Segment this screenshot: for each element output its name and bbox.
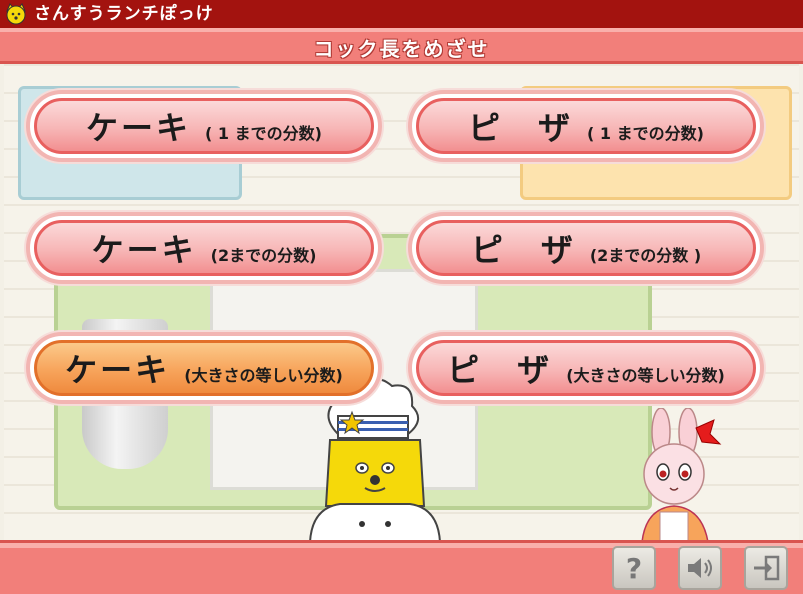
pizza-fraction-up-to-2-button[interactable]: ピ ザ (2までの分数 ) (408, 212, 764, 284)
bunny-character (641, 408, 722, 542)
button-main-label: ピ ザ (470, 231, 576, 269)
header-stripe (0, 28, 803, 32)
question-mark-icon: ? (625, 551, 643, 585)
pizza-fraction-up-to-1-button[interactable]: ピ ザ ( 1 までの分数) (408, 90, 764, 162)
cat-logo-icon (6, 3, 26, 25)
sound-button[interactable] (678, 546, 722, 590)
app-title: さんすうランチぽっけ (34, 4, 214, 24)
cake-equivalent-fraction-button[interactable]: ケーキ (大きさの等しい分数) (26, 332, 382, 404)
button-main-label: ケーキ (86, 109, 192, 147)
button-main-label: ピ ザ (468, 109, 574, 147)
button-main-label: ケーキ (91, 231, 197, 269)
header-bar: コック長をめざせ (0, 28, 803, 64)
cake-fraction-up-to-1-button[interactable]: ケーキ ( 1 までの分数) (26, 90, 382, 162)
speaker-icon (688, 558, 712, 578)
button-main-label: ケーキ (65, 351, 171, 389)
button-main-label: ピ ザ (447, 351, 553, 389)
exit-button[interactable] (744, 546, 788, 590)
help-button[interactable]: ? (612, 546, 656, 590)
exit-door-icon (754, 555, 780, 581)
title-bar: さんすうランチぽっけ (0, 0, 803, 28)
button-sub-label: (大きさの等しい分数) (184, 366, 343, 385)
button-sub-label: ( 1 までの分数) (205, 124, 322, 143)
button-sub-label: ( 1 までの分数) (587, 124, 704, 143)
button-sub-label: (2までの分数) (210, 246, 317, 265)
button-sub-label: (大きさの等しい分数) (566, 366, 725, 385)
button-sub-label: (2までの分数 ) (589, 246, 702, 265)
cake-fraction-up-to-2-button[interactable]: ケーキ (2までの分数) (26, 212, 382, 284)
pizza-equivalent-fraction-button[interactable]: ピ ザ (大きさの等しい分数) (408, 332, 764, 404)
page-title: コック長をめざせ (313, 37, 490, 61)
